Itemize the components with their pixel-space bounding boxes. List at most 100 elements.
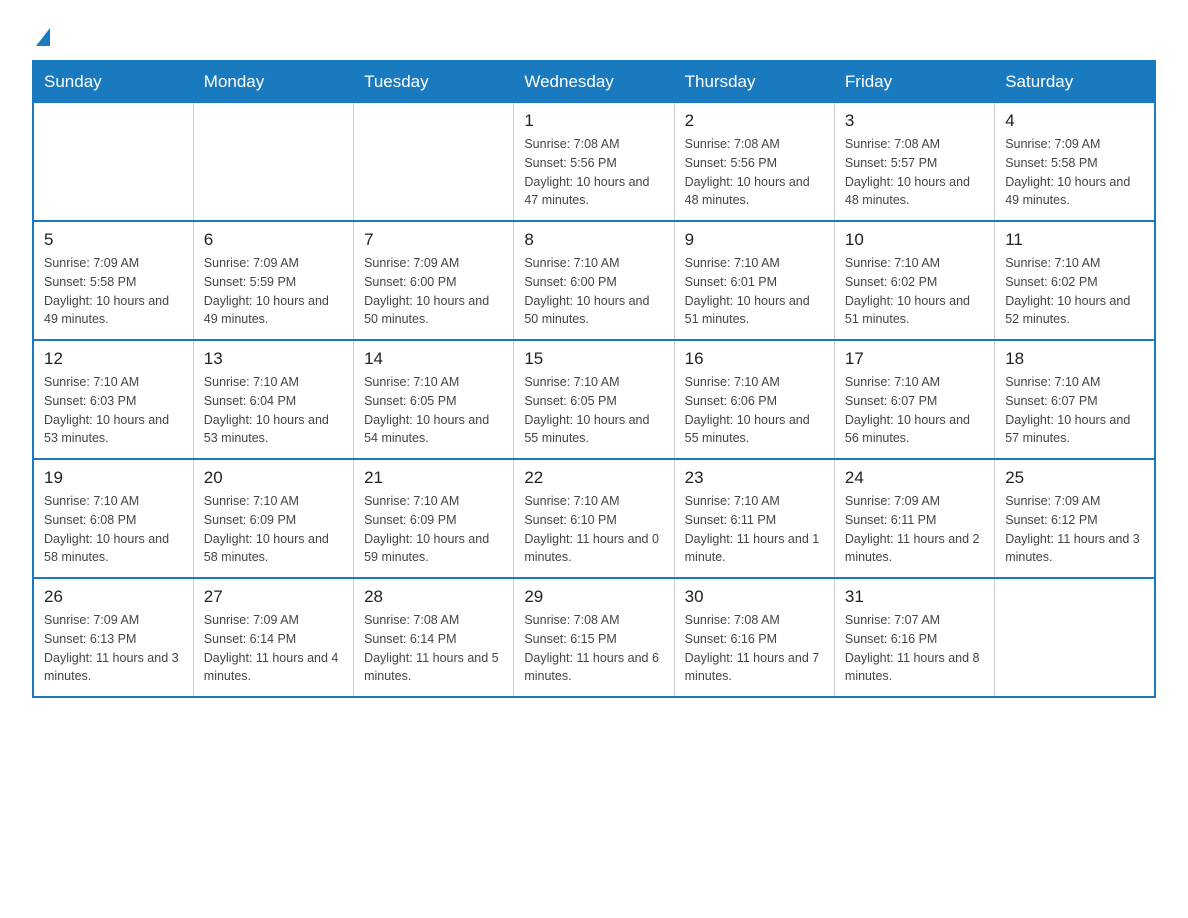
day-info: Sunrise: 7:10 AM Sunset: 6:00 PM Dayligh… xyxy=(524,254,663,329)
calendar-day-30: 30 Sunrise: 7:08 AM Sunset: 6:16 PM Dayli… xyxy=(674,578,834,697)
day-info: Sunrise: 7:10 AM Sunset: 6:09 PM Dayligh… xyxy=(204,492,343,567)
weekday-header-wednesday: Wednesday xyxy=(514,61,674,103)
day-info: Sunrise: 7:10 AM Sunset: 6:07 PM Dayligh… xyxy=(845,373,984,448)
calendar-day-24: 24 Sunrise: 7:09 AM Sunset: 6:11 PM Dayli… xyxy=(834,459,994,578)
day-number: 15 xyxy=(524,349,663,369)
calendar-day-26: 26Sunrise: 7:09 AM Sunset: 6:13 PM Dayli… xyxy=(33,578,193,697)
day-number: 2 xyxy=(685,111,824,131)
day-info: Sunrise: 7:08 AM Sunset: 5:56 PM Dayligh… xyxy=(524,135,663,210)
day-info: Sunrise: 7:09 AM Sunset: 5:58 PM Dayligh… xyxy=(1005,135,1144,210)
day-info: Sunrise: 7:10 AM Sunset: 6:10 PM Dayligh… xyxy=(524,492,663,567)
day-number: 25 xyxy=(1005,468,1144,488)
calendar-day-28: 28 Sunrise: 7:08 AM Sunset: 6:14 PM Dayli… xyxy=(354,578,514,697)
day-info: Sunrise: 7:10 AM Sunset: 6:01 PM Dayligh… xyxy=(685,254,824,329)
calendar-day-4: 4Sunrise: 7:09 AM Sunset: 5:58 PM Daylig… xyxy=(995,103,1155,222)
calendar-day-29: 29 Sunrise: 7:08 AM Sunset: 6:15 PM Dayli… xyxy=(514,578,674,697)
calendar-day-11: 11 Sunrise: 7:10 AM Sunset: 6:02 PM Dayli… xyxy=(995,221,1155,340)
calendar-day-20: 20 Sunrise: 7:10 AM Sunset: 6:09 PM Dayli… xyxy=(193,459,353,578)
day-info: Sunrise: 7:10 AM Sunset: 6:04 PM Dayligh… xyxy=(204,373,343,448)
calendar-day-19: 19 Sunrise: 7:10 AM Sunset: 6:08 PM Dayli… xyxy=(33,459,193,578)
calendar-day-3: 3Sunrise: 7:08 AM Sunset: 5:57 PM Daylig… xyxy=(834,103,994,222)
empty-cell xyxy=(193,103,353,222)
calendar-day-16: 16 Sunrise: 7:10 AM Sunset: 6:06 PM Dayli… xyxy=(674,340,834,459)
day-number: 8 xyxy=(524,230,663,250)
calendar-day-21: 21 Sunrise: 7:10 AM Sunset: 6:09 PM Dayli… xyxy=(354,459,514,578)
day-info: Sunrise: 7:09 AM Sunset: 6:13 PM Dayligh… xyxy=(44,611,183,686)
day-number: 17 xyxy=(845,349,984,369)
calendar-day-15: 15 Sunrise: 7:10 AM Sunset: 6:05 PM Dayli… xyxy=(514,340,674,459)
calendar-day-14: 14 Sunrise: 7:10 AM Sunset: 6:05 PM Dayli… xyxy=(354,340,514,459)
day-info: Sunrise: 7:09 AM Sunset: 6:12 PM Dayligh… xyxy=(1005,492,1144,567)
day-info: Sunrise: 7:08 AM Sunset: 6:14 PM Dayligh… xyxy=(364,611,503,686)
calendar-day-27: 27Sunrise: 7:09 AM Sunset: 6:14 PM Dayli… xyxy=(193,578,353,697)
day-info: Sunrise: 7:08 AM Sunset: 6:16 PM Dayligh… xyxy=(685,611,824,686)
day-number: 6 xyxy=(204,230,343,250)
calendar-week-row: 19 Sunrise: 7:10 AM Sunset: 6:08 PM Dayli… xyxy=(33,459,1155,578)
logo xyxy=(32,24,50,40)
day-info: Sunrise: 7:10 AM Sunset: 6:09 PM Dayligh… xyxy=(364,492,503,567)
day-number: 16 xyxy=(685,349,824,369)
calendar-day-9: 9 Sunrise: 7:10 AM Sunset: 6:01 PM Daylig… xyxy=(674,221,834,340)
day-info: Sunrise: 7:10 AM Sunset: 6:06 PM Dayligh… xyxy=(685,373,824,448)
calendar-day-5: 5 Sunrise: 7:09 AM Sunset: 5:58 PM Daylig… xyxy=(33,221,193,340)
day-number: 30 xyxy=(685,587,824,607)
day-info: Sunrise: 7:09 AM Sunset: 5:58 PM Dayligh… xyxy=(44,254,183,329)
day-info: Sunrise: 7:08 AM Sunset: 5:57 PM Dayligh… xyxy=(845,135,984,210)
day-number: 10 xyxy=(845,230,984,250)
calendar-day-22: 22 Sunrise: 7:10 AM Sunset: 6:10 PM Dayli… xyxy=(514,459,674,578)
day-info: Sunrise: 7:10 AM Sunset: 6:02 PM Dayligh… xyxy=(1005,254,1144,329)
day-number: 28 xyxy=(364,587,503,607)
calendar-week-row: 5 Sunrise: 7:09 AM Sunset: 5:58 PM Daylig… xyxy=(33,221,1155,340)
day-info: Sunrise: 7:10 AM Sunset: 6:05 PM Dayligh… xyxy=(364,373,503,448)
calendar-day-2: 2 Sunrise: 7:08 AM Sunset: 5:56 PM Daylig… xyxy=(674,103,834,222)
page-header xyxy=(32,24,1156,40)
calendar-day-13: 13 Sunrise: 7:10 AM Sunset: 6:04 PM Dayli… xyxy=(193,340,353,459)
empty-cell xyxy=(995,578,1155,697)
day-info: Sunrise: 7:09 AM Sunset: 6:00 PM Dayligh… xyxy=(364,254,503,329)
day-info: Sunrise: 7:09 AM Sunset: 5:59 PM Dayligh… xyxy=(204,254,343,329)
day-number: 22 xyxy=(524,468,663,488)
day-number: 9 xyxy=(685,230,824,250)
empty-cell xyxy=(354,103,514,222)
weekday-header-saturday: Saturday xyxy=(995,61,1155,103)
day-number: 19 xyxy=(44,468,183,488)
calendar-table: SundayMondayTuesdayWednesdayThursdayFrid… xyxy=(32,60,1156,698)
day-number: 24 xyxy=(845,468,984,488)
calendar-day-18: 18 Sunrise: 7:10 AM Sunset: 6:07 PM Dayli… xyxy=(995,340,1155,459)
calendar-day-12: 12 Sunrise: 7:10 AM Sunset: 6:03 PM Dayli… xyxy=(33,340,193,459)
day-number: 1 xyxy=(524,111,663,131)
day-info: Sunrise: 7:10 AM Sunset: 6:11 PM Dayligh… xyxy=(685,492,824,567)
day-number: 18 xyxy=(1005,349,1144,369)
weekday-header-thursday: Thursday xyxy=(674,61,834,103)
day-number: 27 xyxy=(204,587,343,607)
day-info: Sunrise: 7:10 AM Sunset: 6:05 PM Dayligh… xyxy=(524,373,663,448)
day-number: 20 xyxy=(204,468,343,488)
weekday-header-friday: Friday xyxy=(834,61,994,103)
day-number: 11 xyxy=(1005,230,1144,250)
day-info: Sunrise: 7:08 AM Sunset: 6:15 PM Dayligh… xyxy=(524,611,663,686)
calendar-day-31: 31 Sunrise: 7:07 AM Sunset: 6:16 PM Dayli… xyxy=(834,578,994,697)
calendar-day-23: 23Sunrise: 7:10 AM Sunset: 6:11 PM Dayli… xyxy=(674,459,834,578)
day-number: 29 xyxy=(524,587,663,607)
day-info: Sunrise: 7:10 AM Sunset: 6:07 PM Dayligh… xyxy=(1005,373,1144,448)
empty-cell xyxy=(33,103,193,222)
calendar-day-7: 7Sunrise: 7:09 AM Sunset: 6:00 PM Daylig… xyxy=(354,221,514,340)
day-number: 21 xyxy=(364,468,503,488)
weekday-header-tuesday: Tuesday xyxy=(354,61,514,103)
day-info: Sunrise: 7:07 AM Sunset: 6:16 PM Dayligh… xyxy=(845,611,984,686)
day-info: Sunrise: 7:10 AM Sunset: 6:03 PM Dayligh… xyxy=(44,373,183,448)
day-info: Sunrise: 7:08 AM Sunset: 5:56 PM Dayligh… xyxy=(685,135,824,210)
calendar-day-1: 1 Sunrise: 7:08 AM Sunset: 5:56 PM Daylig… xyxy=(514,103,674,222)
day-number: 14 xyxy=(364,349,503,369)
calendar-week-row: 26Sunrise: 7:09 AM Sunset: 6:13 PM Dayli… xyxy=(33,578,1155,697)
day-number: 5 xyxy=(44,230,183,250)
calendar-day-25: 25 Sunrise: 7:09 AM Sunset: 6:12 PM Dayli… xyxy=(995,459,1155,578)
day-number: 13 xyxy=(204,349,343,369)
day-info: Sunrise: 7:10 AM Sunset: 6:08 PM Dayligh… xyxy=(44,492,183,567)
day-number: 12 xyxy=(44,349,183,369)
day-info: Sunrise: 7:09 AM Sunset: 6:11 PM Dayligh… xyxy=(845,492,984,567)
calendar-week-row: 12 Sunrise: 7:10 AM Sunset: 6:03 PM Dayli… xyxy=(33,340,1155,459)
day-number: 31 xyxy=(845,587,984,607)
day-info: Sunrise: 7:10 AM Sunset: 6:02 PM Dayligh… xyxy=(845,254,984,329)
weekday-header-monday: Monday xyxy=(193,61,353,103)
